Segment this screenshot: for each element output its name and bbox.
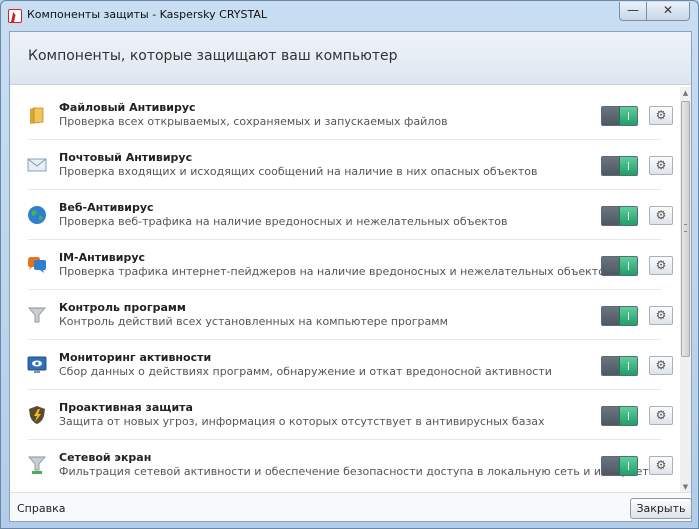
component-row-application-control: Контроль программ Контроль действий всех… bbox=[10, 290, 679, 340]
component-toggle[interactable] bbox=[601, 256, 638, 276]
dialog-footer: Справка Закрыть bbox=[10, 492, 692, 521]
component-toggle[interactable] bbox=[601, 456, 638, 476]
toggle-knob bbox=[619, 207, 637, 225]
components-list: Файловый Антивирус Проверка всех открыва… bbox=[10, 90, 679, 490]
component-name: Сетевой экран bbox=[59, 451, 152, 464]
toggle-knob bbox=[619, 457, 637, 475]
component-name: Веб-Антивирус bbox=[59, 201, 154, 214]
component-toggle[interactable] bbox=[601, 156, 638, 176]
component-description: Проверка всех открываемых, сохраняемых и… bbox=[59, 115, 448, 128]
component-name: Почтовый Антивирус bbox=[59, 151, 193, 164]
component-name: Файловый Антивирус bbox=[59, 101, 196, 114]
scroll-up-arrow-icon[interactable]: ▲ bbox=[680, 87, 691, 99]
close-button[interactable]: Закрыть bbox=[630, 498, 692, 519]
component-description: Контроль действий всех установленных на … bbox=[59, 315, 448, 328]
close-window-button[interactable]: ✕ bbox=[646, 2, 690, 21]
firewall-funnel-icon bbox=[28, 456, 46, 474]
component-row-web-antivirus: Веб-Антивирус Проверка веб-трафика на на… bbox=[10, 190, 679, 240]
help-link[interactable]: Справка bbox=[17, 502, 65, 515]
component-description: Проверка веб-трафика на наличие вредонос… bbox=[59, 215, 508, 228]
component-row-file-antivirus: Файловый Антивирус Проверка всех открыва… bbox=[10, 90, 679, 140]
vertical-scrollbar[interactable]: ▲ ▼ bbox=[680, 87, 691, 493]
toggle-knob bbox=[619, 157, 637, 175]
component-description: Защита от новых угроз, информация о кото… bbox=[59, 415, 545, 428]
toggle-knob bbox=[619, 307, 637, 325]
component-toggle[interactable] bbox=[601, 406, 638, 426]
kaspersky-logo-icon bbox=[8, 9, 22, 23]
settings-gear-button[interactable]: ⚙ bbox=[649, 356, 673, 375]
component-toggle[interactable] bbox=[601, 306, 638, 326]
content-panel: Компоненты, которые защищают ваш компьют… bbox=[9, 31, 692, 522]
component-name: Проактивная защита bbox=[59, 401, 193, 414]
settings-gear-button[interactable]: ⚙ bbox=[649, 406, 673, 425]
component-name: Мониторинг активности bbox=[59, 351, 212, 364]
toggle-knob bbox=[619, 107, 637, 125]
component-row-activity-monitoring: Мониторинг активности Сбор данных о дейс… bbox=[10, 340, 679, 390]
globe-icon bbox=[28, 206, 46, 224]
component-name: Контроль программ bbox=[59, 301, 186, 314]
component-description: Проверка трафика интернет-пейджеров на н… bbox=[59, 265, 612, 278]
toggle-knob bbox=[619, 257, 637, 275]
settings-gear-button[interactable]: ⚙ bbox=[649, 456, 673, 475]
window-title: Компоненты защиты - Kaspersky CRYSTAL bbox=[27, 8, 267, 21]
component-row-im-antivirus: IM-Антивирус Проверка трафика интернет-п… bbox=[10, 240, 679, 290]
chat-bubble-icon bbox=[28, 257, 46, 273]
settings-gear-button[interactable]: ⚙ bbox=[649, 206, 673, 225]
component-toggle[interactable] bbox=[601, 106, 638, 126]
toggle-knob bbox=[619, 357, 637, 375]
funnel-icon bbox=[28, 307, 46, 323]
shield-lightning-icon bbox=[29, 406, 45, 424]
folder-icon bbox=[30, 107, 44, 124]
component-description: Фильтрация сетевой активности и обеспече… bbox=[59, 465, 649, 478]
component-description: Сбор данных о действиях программ, обнару… bbox=[59, 365, 552, 378]
component-row-firewall: Сетевой экран Фильтрация сетевой активно… bbox=[10, 440, 679, 490]
envelope-icon bbox=[27, 158, 47, 172]
component-row-proactive-defense: Проактивная защита Защита от новых угроз… bbox=[10, 390, 679, 440]
scroll-thumb[interactable] bbox=[681, 101, 690, 357]
app-window: Компоненты защиты - Kaspersky CRYSTAL — … bbox=[0, 0, 699, 529]
settings-gear-button[interactable]: ⚙ bbox=[649, 256, 673, 275]
page-title: Компоненты, которые защищают ваш компьют… bbox=[28, 48, 398, 64]
component-toggle[interactable] bbox=[601, 206, 638, 226]
settings-gear-button[interactable]: ⚙ bbox=[649, 156, 673, 175]
settings-gear-button[interactable]: ⚙ bbox=[649, 106, 673, 125]
settings-gear-button[interactable]: ⚙ bbox=[649, 306, 673, 325]
monitor-eye-icon bbox=[27, 356, 47, 373]
component-name: IM-Антивирус bbox=[59, 251, 146, 264]
component-toggle[interactable] bbox=[601, 356, 638, 376]
page-header: Компоненты, которые защищают ваш компьют… bbox=[10, 32, 691, 85]
minimize-button[interactable]: — bbox=[619, 2, 647, 21]
component-row-mail-antivirus: Почтовый Антивирус Проверка входящих и и… bbox=[10, 140, 679, 190]
toggle-knob bbox=[619, 407, 637, 425]
title-bar: Компоненты защиты - Kaspersky CRYSTAL — … bbox=[1, 1, 698, 31]
component-description: Проверка входящих и исходящих сообщений … bbox=[59, 165, 538, 178]
